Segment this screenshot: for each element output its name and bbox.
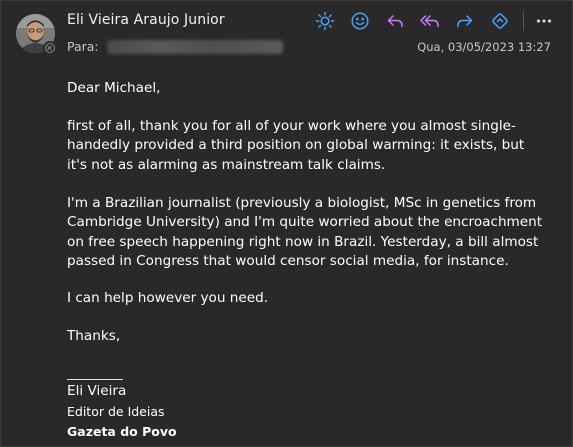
toolbar-divider <box>523 11 524 31</box>
signature-company: Gazeta do Povo <box>67 424 177 439</box>
presence-status-icon <box>43 41 57 55</box>
message-paragraph: first of all, thank you for all of your … <box>67 118 525 173</box>
message-closing: Thanks, <box>67 328 121 344</box>
reply-icon[interactable] <box>383 9 407 33</box>
emoji-icon[interactable] <box>348 9 372 33</box>
redacted-recipient <box>106 39 283 54</box>
reply-all-icon[interactable] <box>418 9 442 33</box>
message-paragraph: I'm a Brazilian journalist (previously a… <box>67 195 543 270</box>
message-greeting: Dear Michael, <box>67 80 161 96</box>
sync-icon[interactable] <box>488 9 512 33</box>
recipient-row: Para: <box>67 39 283 54</box>
signature-name: Eli Vieira <box>67 383 127 399</box>
email-reading-pane: Eli Vieira Araujo Junior Para: Qua, 03/0… <box>0 0 573 447</box>
message-paragraph: I can help however you need. <box>67 290 269 306</box>
message-toolbar <box>313 9 567 33</box>
sent-date: Qua, 03/05/2023 13:27 <box>417 40 551 54</box>
signature-divider <box>67 379 123 380</box>
sender-name[interactable]: Eli Vieira Araujo Junior <box>67 12 225 28</box>
forward-icon[interactable] <box>453 9 477 33</box>
to-label: Para: <box>67 39 99 54</box>
signature-title: Editor de Ideias <box>67 404 165 419</box>
more-icon[interactable] <box>532 9 556 33</box>
sun-icon[interactable] <box>313 9 337 33</box>
